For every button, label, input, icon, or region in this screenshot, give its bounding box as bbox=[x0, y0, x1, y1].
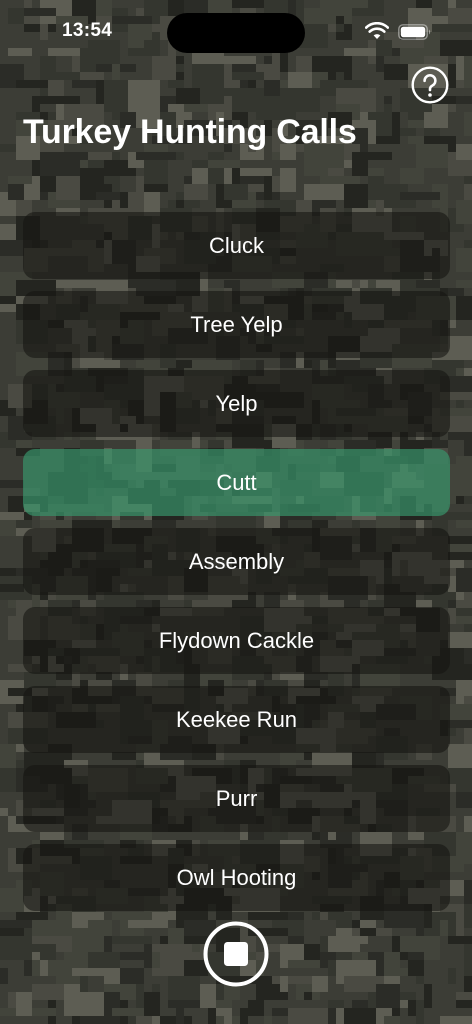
call-label: Flydown Cackle bbox=[158, 627, 315, 653]
call-label: Assembly bbox=[188, 548, 285, 574]
status-bar: 13:54 bbox=[0, 0, 472, 60]
question-mark-circle-icon bbox=[411, 66, 449, 104]
call-button-cluck[interactable]: Cluck bbox=[23, 212, 450, 279]
call-label: Tree Yelp bbox=[190, 311, 283, 337]
call-label: Keekee Run bbox=[175, 706, 298, 732]
call-button-flydown-cackle[interactable]: Flydown Cackle bbox=[23, 607, 450, 674]
status-time: 13:54 bbox=[62, 20, 113, 41]
call-button-cutt[interactable]: Cutt bbox=[23, 449, 450, 516]
call-button-assembly[interactable]: Assembly bbox=[23, 528, 450, 595]
call-label: Owl Hooting bbox=[176, 864, 297, 890]
dynamic-island bbox=[167, 13, 305, 53]
wifi-icon bbox=[365, 22, 389, 39]
stop-button[interactable] bbox=[203, 921, 269, 987]
stop-circle-icon bbox=[203, 921, 269, 987]
page-title: Turkey Hunting Calls bbox=[23, 113, 357, 151]
call-button-yelp[interactable]: Yelp bbox=[23, 370, 450, 437]
call-label: Cluck bbox=[208, 232, 264, 258]
call-button-purr[interactable]: Purr bbox=[23, 765, 450, 832]
call-button-keekee-run[interactable]: Keekee Run bbox=[23, 686, 450, 753]
call-list: Cluck Tree Yelp Yelp Cutt Assembly Flydo… bbox=[23, 212, 450, 911]
call-label: Purr bbox=[215, 785, 258, 811]
call-button-tree-yelp[interactable]: Tree Yelp bbox=[23, 291, 450, 358]
battery-icon bbox=[398, 24, 431, 40]
call-button-owl-hooting[interactable]: Owl Hooting bbox=[23, 844, 450, 911]
call-label: Cutt bbox=[216, 469, 257, 495]
call-label: Yelp bbox=[215, 390, 258, 416]
help-button[interactable] bbox=[411, 66, 449, 104]
